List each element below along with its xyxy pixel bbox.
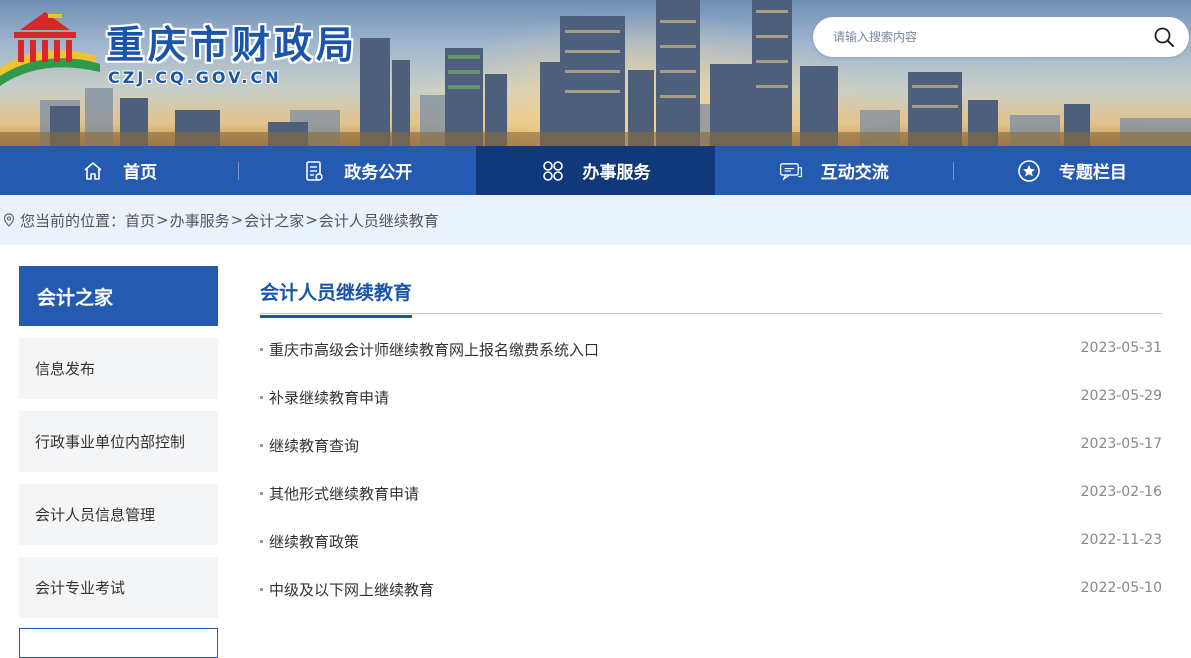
nav-item-label: 办事服务 (582, 163, 651, 183)
sidebar-item-continuing-education[interactable] (19, 628, 218, 658)
site-domain: CZJ.CQ.GOV.CN (108, 68, 282, 87)
section-header: 会计人员继续教育 (260, 266, 1162, 318)
bullet-icon (260, 444, 263, 447)
sidebar-item-info-release[interactable]: 信息发布 (19, 338, 218, 399)
site-logo-icon (0, 12, 100, 86)
sidebar: 会计之家 信息发布 行政事业单位内部控制 会计人员信息管理 会计专业考试 (19, 266, 218, 658)
page-title: 会计人员继续教育 (260, 278, 413, 318)
list-item-date: 2023-05-29 (1080, 388, 1162, 404)
list-item-date: 2022-05-10 (1080, 580, 1162, 596)
nav-item-label: 政务公开 (344, 163, 413, 183)
sidebar-item-exam[interactable]: 会计专业考试 (19, 557, 218, 618)
site-header: 重庆市财政局 CZJ.CQ.GOV.CN (0, 0, 1191, 146)
sidebar-heading: 会计之家 (19, 266, 218, 326)
nav-item-government-affairs[interactable]: 政务公开 (238, 146, 476, 195)
list-item[interactable]: 继续教育查询 2023-05-17 (260, 429, 1162, 477)
search-icon (1154, 27, 1174, 47)
list-item-date: 2023-05-17 (1080, 436, 1162, 452)
search-box (813, 17, 1189, 57)
location-pin-icon (3, 213, 15, 227)
nav-item-services[interactable]: 办事服务 (476, 146, 715, 195)
nav-item-interaction[interactable]: 互动交流 (715, 146, 953, 195)
list-item-title[interactable]: 继续教育查询 (269, 435, 359, 456)
breadcrumb-separator: > (305, 211, 318, 229)
star-icon (1017, 159, 1041, 183)
list-item[interactable]: 继续教育政策 2022-11-23 (260, 525, 1162, 573)
list-item-title[interactable]: 补录继续教育申请 (269, 387, 389, 408)
document-icon (302, 159, 326, 183)
nav-item-label: 首页 (123, 163, 158, 183)
main-nav: 首页 政务公开 办事服务 互动交流 专题栏目 (0, 146, 1191, 195)
list-item[interactable]: 中级及以下网上继续教育 2022-05-10 (260, 573, 1162, 621)
list-item[interactable]: 补录继续教育申请 2023-05-29 (260, 381, 1162, 429)
breadcrumb-separator: > (156, 211, 169, 229)
search-input[interactable] (833, 30, 1151, 44)
home-icon (81, 159, 105, 183)
breadcrumb: 您当前的位置： 首页 > 办事服务 > 会计之家 > 会计人员继续教育 (0, 195, 1191, 245)
list-item[interactable]: 重庆市高级会计师继续教育网上报名缴费系统入口 2023-05-31 (260, 333, 1162, 381)
bullet-icon (260, 492, 263, 495)
grid-icon (541, 159, 565, 183)
list-item-title[interactable]: 中级及以下网上继续教育 (269, 579, 434, 600)
article-list: 重庆市高级会计师继续教育网上报名缴费系统入口 2023-05-31 补录继续教育… (260, 333, 1162, 621)
search-button[interactable] (1151, 24, 1177, 50)
list-item-date: 2023-02-16 (1080, 484, 1162, 500)
site-title: 重庆市财政局 (106, 22, 359, 67)
breadcrumb-link-home[interactable]: 首页 (125, 210, 155, 231)
list-item-title[interactable]: 其他形式继续教育申请 (269, 483, 419, 504)
bullet-icon (260, 348, 263, 351)
list-item-date: 2023-05-31 (1080, 340, 1162, 356)
list-item-title[interactable]: 继续教育政策 (269, 531, 359, 552)
breadcrumb-prefix: 您当前的位置： (20, 211, 126, 230)
nav-item-special-topics[interactable]: 专题栏目 (952, 146, 1191, 195)
list-item-title[interactable]: 重庆市高级会计师继续教育网上报名缴费系统入口 (269, 339, 599, 360)
bullet-icon (260, 396, 263, 399)
nav-item-home[interactable]: 首页 (0, 146, 238, 195)
bullet-icon (260, 588, 263, 591)
nav-item-label: 互动交流 (820, 163, 889, 183)
breadcrumb-link-services[interactable]: 办事服务 (170, 210, 230, 231)
breadcrumb-separator: > (230, 211, 244, 229)
breadcrumb-link-current[interactable]: 会计人员继续教育 (319, 210, 439, 231)
chat-icon (779, 159, 803, 183)
list-item-date: 2022-11-23 (1080, 532, 1162, 548)
main-content: 会计人员继续教育 重庆市高级会计师继续教育网上报名缴费系统入口 2023-05-… (260, 266, 1162, 621)
sidebar-item-internal-control[interactable]: 行政事业单位内部控制 (19, 411, 218, 472)
sidebar-item-accountant-info[interactable]: 会计人员信息管理 (19, 484, 218, 545)
list-item[interactable]: 其他形式继续教育申请 2023-02-16 (260, 477, 1162, 525)
bullet-icon (260, 540, 263, 543)
nav-item-label: 专题栏目 (1058, 163, 1127, 183)
breadcrumb-link-accounting-home[interactable]: 会计之家 (244, 210, 304, 231)
